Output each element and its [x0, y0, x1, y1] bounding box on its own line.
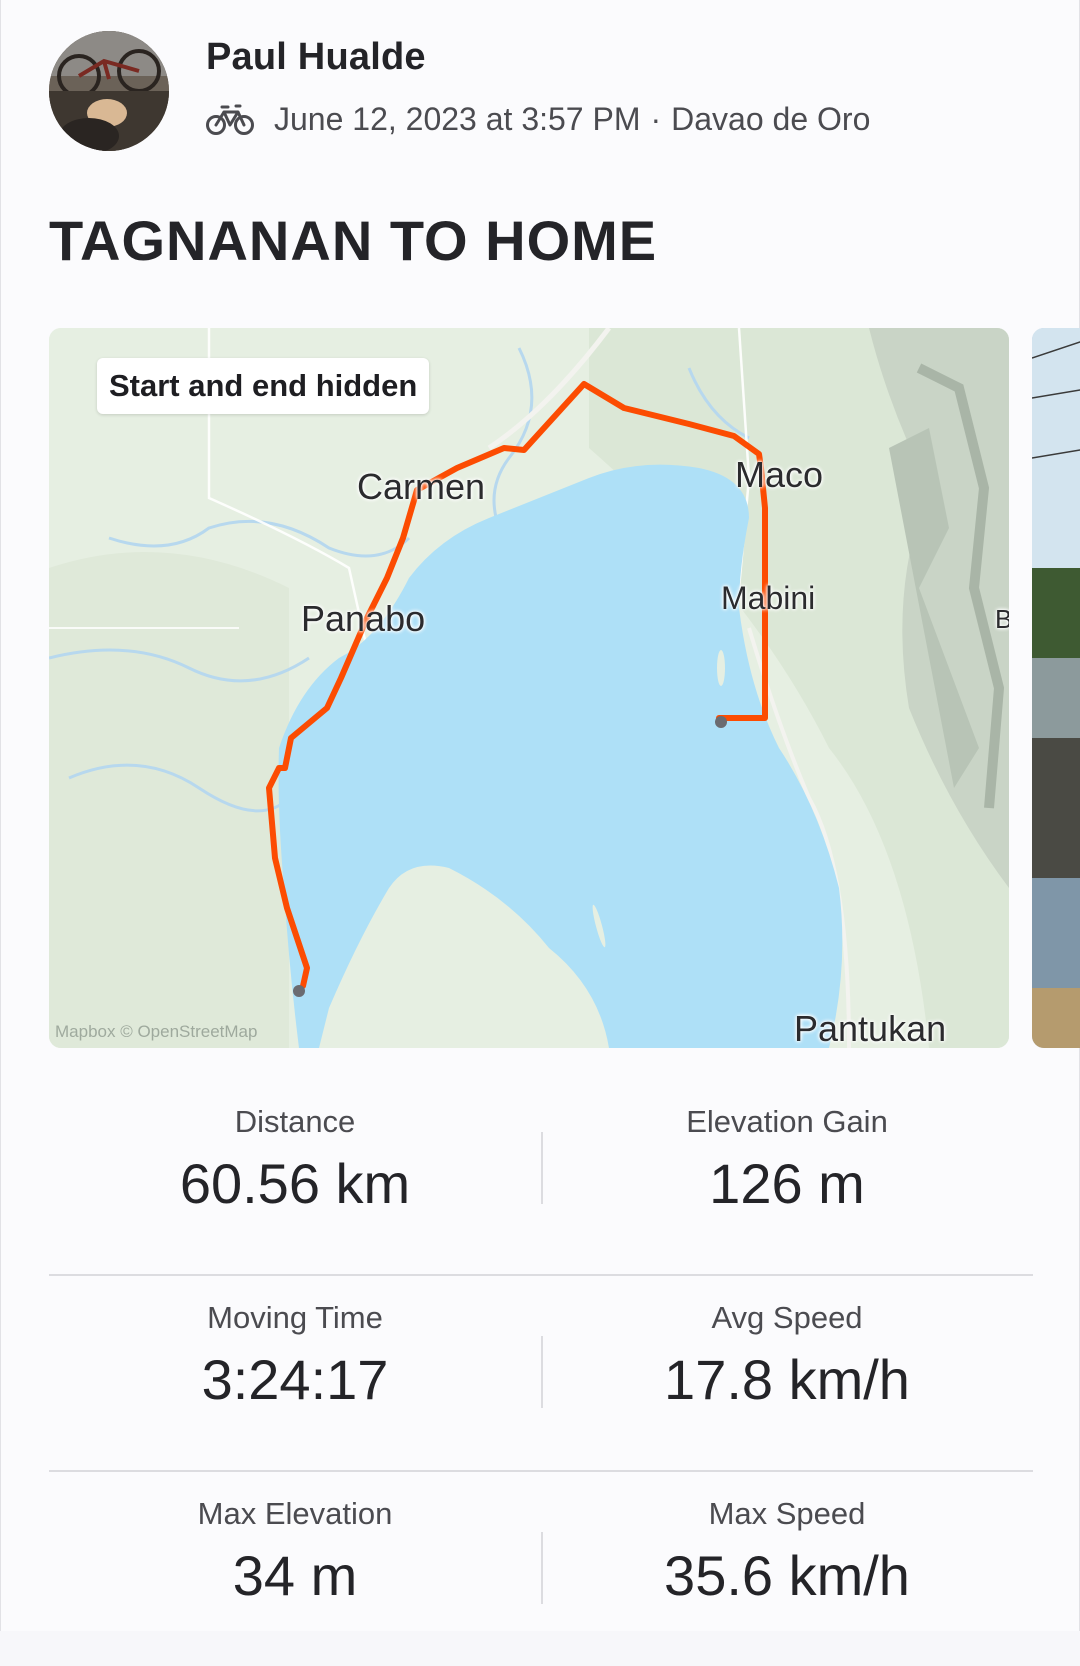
activity-photo-thumbnail[interactable]	[1032, 328, 1080, 1048]
activity-title[interactable]: TAGNANAN TO HOME	[49, 208, 657, 273]
athlete-name[interactable]: Paul Hualde	[206, 36, 426, 79]
stat-max-speed-label: Max Speed	[708, 1496, 866, 1531]
stat-avg-speed: Avg Speed 17.8 km/h	[541, 1276, 1033, 1470]
stats-row-1: Distance 60.56 km Elevation Gain 126 m	[49, 1080, 1033, 1276]
route-map[interactable]: Start and end hidden Carmen Panabo Maco …	[49, 328, 1009, 1048]
stat-moving-time-label: Moving Time	[207, 1300, 383, 1335]
privacy-badge: Start and end hidden	[97, 358, 430, 414]
stat-elevation-gain-label: Elevation Gain	[686, 1104, 888, 1139]
stat-max-elevation: Max Elevation 34 m	[49, 1472, 541, 1666]
stat-avg-speed-label: Avg Speed	[711, 1300, 863, 1335]
activity-card: Paul Hualde June 12, 2023 at 3:57 PM · D…	[0, 0, 1080, 1631]
stat-distance-value: 60.56 km	[179, 1152, 411, 1215]
map-canvas	[49, 328, 1009, 1048]
stats-row-2: Moving Time 3:24:17 Avg Speed 17.8 km/h	[49, 1276, 1033, 1472]
stat-moving-time-value: 3:24:17	[201, 1348, 389, 1411]
activity-date: June 12, 2023 at 3:57 PM	[274, 100, 641, 137]
stat-avg-speed-value: 17.8 km/h	[664, 1348, 910, 1411]
stat-distance-label: Distance	[234, 1104, 356, 1139]
meta-separator: ·	[650, 100, 662, 137]
athlete-avatar[interactable]	[49, 31, 169, 151]
stat-distance: Distance 60.56 km	[49, 1080, 541, 1274]
map-label-maco: Maco	[735, 454, 824, 495]
map-label-carmen: Carmen	[357, 466, 486, 507]
map-attribution[interactable]: Mapbox © OpenStreetMap	[55, 1022, 257, 1042]
activity-meta: June 12, 2023 at 3:57 PM · Davao de Oro	[206, 96, 870, 142]
stat-max-speed: Max Speed 35.6 km/h	[541, 1472, 1033, 1666]
route-end-marker	[715, 716, 727, 728]
stat-max-elevation-value: 34 m	[232, 1544, 358, 1607]
stat-moving-time: Moving Time 3:24:17	[49, 1276, 541, 1470]
stat-max-elevation-label: Max Elevation	[197, 1496, 393, 1531]
stat-elevation-gain-value: 126 m	[709, 1152, 865, 1215]
stat-max-speed-value: 35.6 km/h	[664, 1544, 910, 1607]
stat-elevation-gain: Elevation Gain 126 m	[541, 1080, 1033, 1274]
activity-location: Davao de Oro	[671, 100, 871, 137]
route-start-marker	[293, 985, 305, 997]
stats-row-3: Max Elevation 34 m Max Speed 35.6 km/h	[49, 1472, 1033, 1666]
bike-icon	[206, 102, 254, 136]
avatar-photo	[49, 31, 169, 151]
activity-stats: Distance 60.56 km Elevation Gain 126 m M…	[49, 1080, 1033, 1666]
map-label-edge: B	[995, 604, 1009, 634]
map-label-panabo: Panabo	[301, 598, 426, 639]
map-label-pantukan: Pantukan	[794, 1008, 947, 1048]
map-label-mabini: Mabini	[721, 580, 816, 616]
